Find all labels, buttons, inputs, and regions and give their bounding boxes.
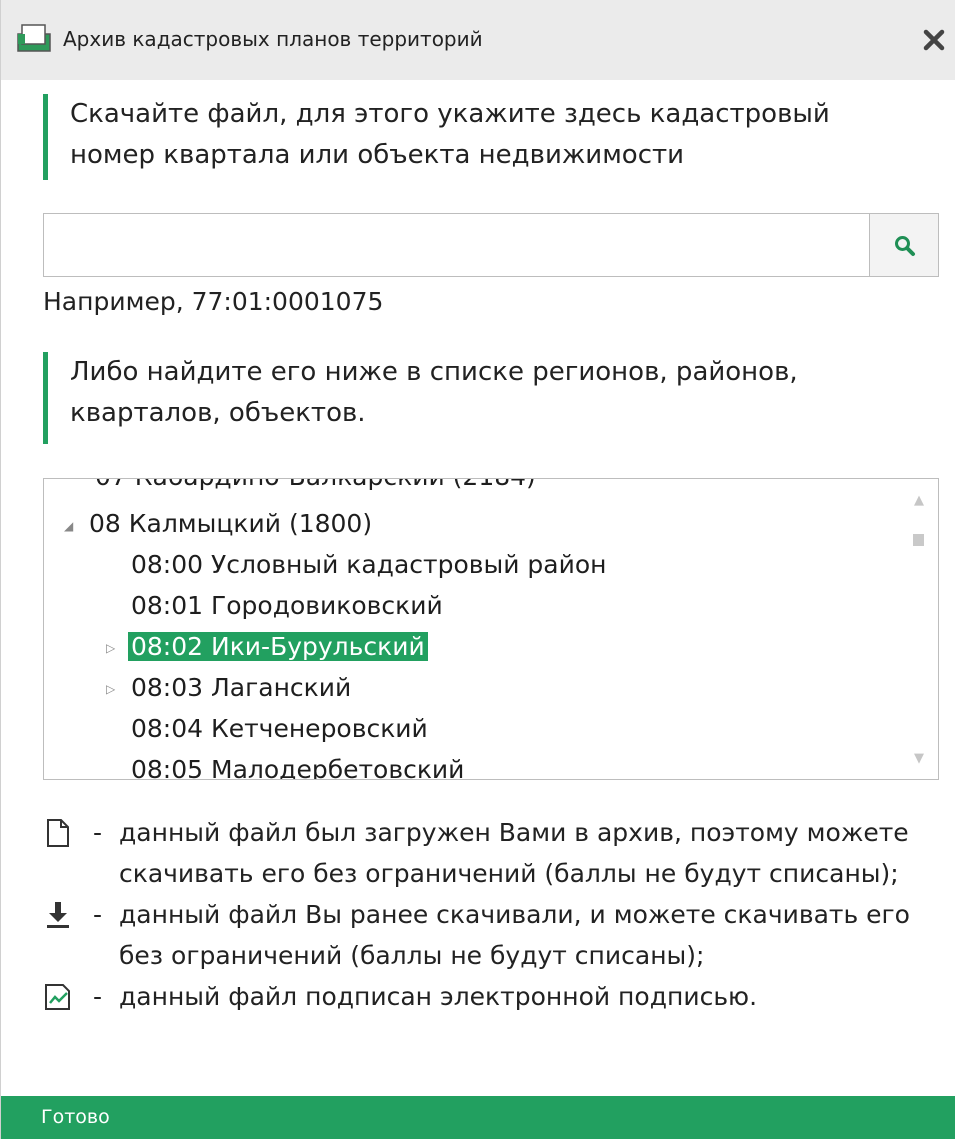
tree-item[interactable]: 08:01 Городовиковский — [128, 587, 446, 625]
search-row — [43, 213, 939, 279]
search-hint: Скачайте файл, для этого укажите здесь к… — [43, 94, 920, 180]
tree-item[interactable]: 08:00 Условный кадастровый район — [128, 546, 610, 584]
tree-item-label: 08:00 Условный кадастровый район — [131, 550, 607, 579]
tree-item-label: 08:01 Городовиковский — [131, 591, 443, 620]
title-bar: Архив кадастровых планов территорий — [1, 0, 955, 80]
status-bar: Готово — [1, 1096, 955, 1139]
tree-item[interactable]: 07 Кабардино-Балкарский (2184) — [92, 479, 539, 496]
legend-dash: - — [93, 818, 103, 847]
search-input[interactable] — [43, 213, 870, 277]
legend-text: данный файл подписан электронной подпись… — [119, 982, 758, 1011]
collapsed-triangle-icon[interactable]: ▷ — [106, 670, 115, 708]
collapsed-triangle-icon[interactable]: ▷ — [106, 629, 115, 667]
legend-text: данный файл был загружен Вами в архив, п… — [119, 818, 909, 888]
legend-dash: - — [93, 982, 103, 1011]
expanded-triangle-icon[interactable]: ◢ — [64, 507, 73, 545]
tree-item-label: 08 Калмыцкий (1800) — [89, 509, 373, 538]
close-button[interactable] — [916, 20, 952, 60]
scroll-up-button[interactable]: ▲ — [910, 493, 928, 511]
tree-item[interactable]: ▷ 08:03 Лаганский — [106, 669, 354, 707]
archive-folder-icon — [15, 22, 53, 54]
download-icon — [43, 900, 73, 930]
tree-hint: Либо найдите его ниже в списке регионов,… — [43, 352, 920, 444]
legend-item: - данный файл подписан электронной подпи… — [43, 976, 943, 1017]
tree-item-label: 07 Кабардино-Балкарский (2184) — [92, 479, 539, 491]
tree-item-selected[interactable]: ▷ 08:02 Ики-Бурульский — [106, 628, 428, 666]
tree-item-label: 08:03 Лаганский — [131, 673, 352, 702]
search-example: Например, 77:01:0001075 — [43, 287, 384, 316]
tree-item[interactable]: ◢ 08 Калмыцкий (1800) — [64, 505, 375, 543]
search-button[interactable] — [869, 213, 939, 277]
scroll-down-button[interactable]: ▼ — [910, 751, 928, 769]
tree-item-label: 08:02 Ики-Бурульский — [128, 632, 428, 661]
archive-window: Архив кадастровых планов территорий Скач… — [0, 0, 955, 1139]
tree-item[interactable]: 08:04 Кетченеровский — [128, 710, 431, 748]
legend-dash: - — [93, 900, 103, 929]
scrollbar-thumb[interactable] — [913, 534, 924, 546]
legend: - данный файл был загружен Вами в архив,… — [43, 812, 943, 1017]
status-text: Готово — [41, 1106, 110, 1128]
tree-item-label: 08:04 Кетченеровский — [131, 714, 428, 743]
legend-item: - данный файл был загружен Вами в архив,… — [43, 812, 943, 894]
window-title: Архив кадастровых планов территорий — [63, 27, 483, 51]
search-icon — [895, 236, 915, 256]
tree-item[interactable]: 08:05 Малодербетовский — [128, 751, 467, 780]
legend-item: - данный файл Вы ранее скачивали, и може… — [43, 894, 943, 976]
legend-text: данный файл Вы ранее скачивали, и можете… — [119, 900, 910, 970]
signed-file-icon — [43, 982, 73, 1012]
region-tree[interactable]: 07 Кабардино-Балкарский (2184) ◢ 08 Калм… — [43, 478, 939, 780]
file-icon — [43, 818, 73, 848]
close-icon — [923, 29, 945, 51]
tree-item-label: 08:05 Малодербетовский — [131, 755, 465, 780]
